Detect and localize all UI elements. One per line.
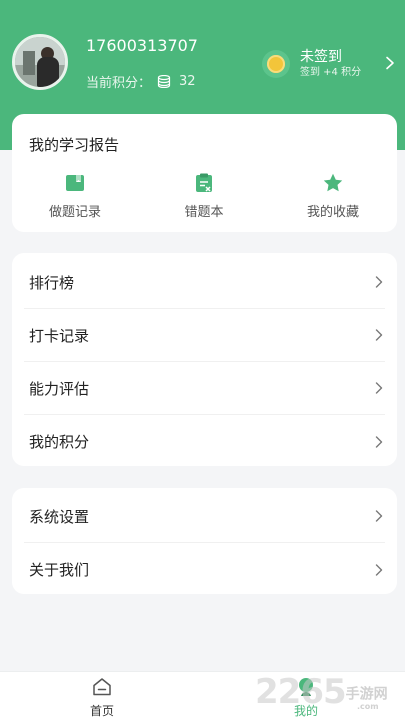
user-phone: 17600313707	[86, 36, 198, 55]
watermark-url: .com	[357, 702, 379, 711]
menu-item-leaderboard[interactable]: 排行榜	[24, 256, 385, 309]
menu-item-about-us[interactable]: 关于我们	[24, 543, 385, 596]
menu-item-my-points[interactable]: 我的积分	[24, 415, 385, 468]
menu-item-label: 系统设置	[29, 507, 90, 526]
menu-item-ability-assessment[interactable]: 能力评估	[24, 362, 385, 415]
chevron-right-icon	[375, 276, 383, 288]
checkin-button[interactable]: 未签到 签到 +4 积分	[262, 46, 405, 82]
chevron-right-icon	[375, 510, 383, 522]
chevron-right-icon	[375, 435, 383, 448]
watermark-brand: 2265	[255, 672, 347, 712]
menu-group-settings: 系统设置 关于我们	[12, 488, 397, 594]
chevron-right-icon	[375, 382, 383, 394]
coin-icon	[262, 50, 290, 78]
menu-item-system-settings[interactable]: 系统设置	[24, 490, 385, 543]
coins-icon	[157, 75, 171, 88]
wrong-questions-button[interactable]: 错题本	[149, 172, 259, 220]
points-value: 32	[179, 74, 196, 89]
menu-item-checkin-record[interactable]: 打卡记录	[24, 309, 385, 362]
practice-record-label: 做题记录	[48, 205, 101, 220]
wrong-questions-label: 错题本	[184, 205, 224, 220]
points-label: 当前积分：	[86, 76, 152, 91]
menu-item-label: 打卡记录	[29, 326, 90, 345]
menu-group-main: 排行榜 打卡记录 能力评估 我的积分	[12, 253, 397, 466]
study-report-title: 我的学习报告	[29, 136, 120, 154]
watermark-logo: 2265手游网 .com	[255, 672, 388, 712]
avatar[interactable]	[12, 34, 68, 90]
home-icon	[93, 678, 111, 696]
points-display: 当前积分： 32	[86, 72, 196, 91]
menu-item-label: 排行榜	[29, 273, 75, 292]
star-icon	[323, 173, 343, 192]
watermark-suffix: 手游网	[345, 686, 388, 703]
chevron-right-icon	[375, 563, 383, 576]
checkin-status: 未签到	[300, 48, 342, 65]
tab-home[interactable]: 首页	[62, 676, 142, 719]
checkin-reward: 签到 +4 积分	[300, 66, 362, 78]
chevron-right-icon	[375, 329, 383, 341]
practice-record-button[interactable]: 做题记录	[20, 172, 130, 220]
menu-item-label: 我的积分	[29, 433, 90, 451]
chevron-right-icon	[386, 56, 394, 70]
tab-home-label: 首页	[89, 704, 114, 718]
menu-item-label: 关于我们	[29, 561, 90, 579]
wrong-questions-icon	[196, 173, 212, 192]
study-report-card: 我的学习报告 做题记录 错题本 我的收藏	[12, 114, 397, 232]
menu-item-label: 能力评估	[29, 379, 90, 398]
my-favorites-label: 我的收藏	[306, 205, 359, 220]
practice-record-icon	[66, 175, 84, 191]
my-favorites-button[interactable]: 我的收藏	[278, 172, 388, 220]
